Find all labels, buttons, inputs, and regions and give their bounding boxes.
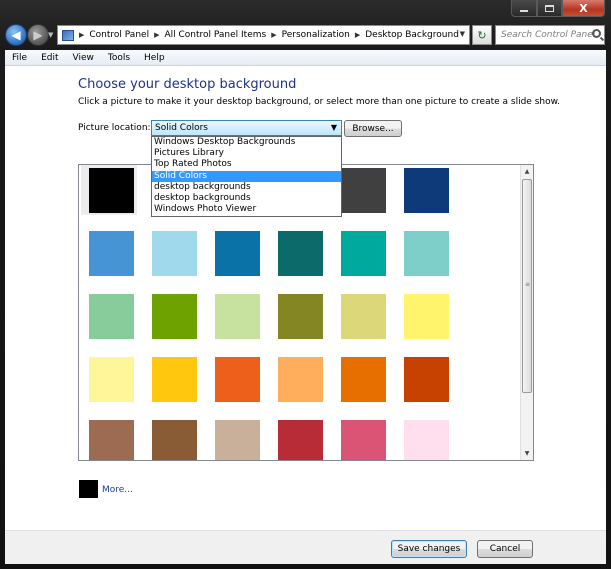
browse-button[interactable]: Browse... bbox=[344, 120, 402, 137]
color-swatch[interactable] bbox=[152, 294, 197, 339]
breadcrumb-all-items[interactable]: All Control Panel Items bbox=[164, 30, 266, 40]
more-colors-link[interactable]: More... bbox=[102, 485, 133, 495]
window-frame: X ◀ ▶ ▼ ▶ Control Panel ▶ All Control Pa… bbox=[0, 0, 611, 569]
recent-pages-dropdown[interactable]: ▼ bbox=[48, 31, 53, 39]
breadcrumb-control-panel[interactable]: Control Panel bbox=[89, 30, 149, 40]
breadcrumb-separator-icon[interactable]: ▶ bbox=[79, 31, 84, 39]
color-swatch[interactable] bbox=[341, 294, 386, 339]
color-swatch[interactable] bbox=[89, 294, 134, 339]
content-pane: Choose your desktop background Click a p… bbox=[5, 66, 606, 530]
search-input[interactable]: Search Control Panel bbox=[495, 25, 605, 45]
picture-location-value: Solid Colors bbox=[155, 123, 208, 133]
forward-button[interactable]: ▶ bbox=[27, 24, 49, 46]
back-button[interactable]: ◀ bbox=[5, 24, 27, 46]
color-swatch[interactable] bbox=[404, 168, 449, 213]
color-swatch[interactable] bbox=[278, 231, 323, 276]
chevron-down-icon: ▼ bbox=[330, 123, 337, 132]
current-color-swatch bbox=[79, 480, 98, 498]
color-swatch[interactable] bbox=[341, 168, 386, 213]
dropdown-option[interactable]: desktop backgrounds bbox=[152, 182, 341, 193]
grip-icon: ≡ bbox=[525, 281, 531, 288]
color-swatch[interactable] bbox=[89, 420, 134, 460]
menu-edit[interactable]: Edit bbox=[34, 53, 65, 63]
menu-bar: File Edit View Tools Help bbox=[5, 50, 606, 66]
color-swatch[interactable] bbox=[152, 231, 197, 276]
menu-view[interactable]: View bbox=[66, 53, 101, 63]
breadcrumb-personalization[interactable]: Personalization bbox=[282, 30, 350, 40]
minimize-button[interactable] bbox=[511, 0, 537, 17]
close-button[interactable]: X bbox=[562, 0, 605, 17]
color-swatch[interactable] bbox=[152, 420, 197, 460]
color-swatch[interactable] bbox=[341, 357, 386, 402]
dropdown-option[interactable]: Pictures Library bbox=[152, 148, 341, 159]
caption-buttons: X bbox=[511, 0, 605, 17]
menu-help[interactable]: Help bbox=[137, 53, 172, 63]
save-changes-button[interactable]: Save changes bbox=[391, 540, 467, 558]
color-swatch[interactable] bbox=[89, 357, 134, 402]
scrollbar-thumb[interactable]: ≡ bbox=[522, 179, 532, 393]
color-swatch[interactable] bbox=[404, 357, 449, 402]
color-swatch[interactable] bbox=[215, 420, 260, 460]
picture-location-dropdown-list[interactable]: Windows Desktop Backgrounds Pictures Libr… bbox=[151, 136, 342, 217]
address-bar[interactable]: ▶ Control Panel ▶ All Control Panel Item… bbox=[57, 25, 470, 45]
scroll-down-icon[interactable]: ▼ bbox=[521, 447, 533, 460]
color-swatch[interactable] bbox=[278, 357, 323, 402]
color-swatch[interactable] bbox=[341, 231, 386, 276]
refresh-icon: ↻ bbox=[477, 28, 487, 42]
color-swatch[interactable] bbox=[152, 357, 197, 402]
breadcrumb-desktop-background[interactable]: Desktop Background bbox=[365, 30, 459, 40]
footer-bar: Save changes Cancel bbox=[5, 530, 606, 564]
gallery-scrollbar[interactable]: ▲ ≡ ▼ bbox=[520, 165, 533, 460]
breadcrumb-separator-icon[interactable]: ▶ bbox=[154, 31, 159, 39]
color-swatch[interactable] bbox=[89, 231, 134, 276]
forward-arrow-icon: ▶ bbox=[33, 28, 43, 42]
dropdown-option[interactable]: Top Rated Photos bbox=[152, 159, 341, 170]
chevron-down-icon: ▼ bbox=[48, 31, 54, 39]
picture-location-label: Picture location: bbox=[78, 123, 151, 133]
color-swatch[interactable] bbox=[89, 168, 134, 213]
dropdown-option[interactable]: desktop backgrounds bbox=[152, 193, 341, 204]
dropdown-option[interactable]: Windows Desktop Backgrounds bbox=[152, 137, 341, 148]
maximize-button[interactable] bbox=[537, 0, 562, 17]
maximize-icon bbox=[545, 4, 554, 12]
menu-file[interactable]: File bbox=[5, 53, 34, 63]
color-swatch[interactable] bbox=[215, 294, 260, 339]
dropdown-option[interactable]: Windows Photo Viewer bbox=[152, 204, 341, 215]
menu-tools[interactable]: Tools bbox=[101, 53, 137, 63]
back-arrow-icon: ◀ bbox=[11, 28, 21, 42]
refresh-button[interactable]: ↻ bbox=[472, 25, 492, 45]
minimize-icon bbox=[520, 10, 528, 12]
color-swatch[interactable] bbox=[215, 231, 260, 276]
dropdown-option[interactable]: Solid Colors bbox=[152, 170, 341, 182]
breadcrumb-separator-icon[interactable]: ▶ bbox=[355, 31, 360, 39]
close-icon: X bbox=[579, 1, 588, 15]
breadcrumb-separator-icon[interactable]: ▶ bbox=[271, 31, 276, 39]
control-panel-icon bbox=[62, 29, 74, 41]
color-swatch[interactable] bbox=[404, 231, 449, 276]
cancel-button[interactable]: Cancel bbox=[477, 540, 533, 558]
page-instructions: Click a picture to make it your desktop … bbox=[78, 97, 561, 107]
page-title: Choose your desktop background bbox=[78, 77, 297, 92]
color-swatch[interactable] bbox=[341, 420, 386, 460]
color-swatch[interactable] bbox=[404, 420, 449, 460]
color-swatch[interactable] bbox=[404, 294, 449, 339]
color-swatch[interactable] bbox=[278, 294, 323, 339]
address-dropdown-icon[interactable]: ▼ bbox=[460, 30, 465, 38]
color-swatch[interactable] bbox=[215, 357, 260, 402]
search-placeholder: Search Control Panel bbox=[501, 30, 596, 40]
scroll-up-icon[interactable]: ▲ bbox=[521, 165, 533, 178]
search-icon[interactable] bbox=[592, 29, 601, 38]
picture-location-select[interactable]: Solid Colors ▼ bbox=[151, 120, 342, 136]
color-swatch[interactable] bbox=[278, 420, 323, 460]
